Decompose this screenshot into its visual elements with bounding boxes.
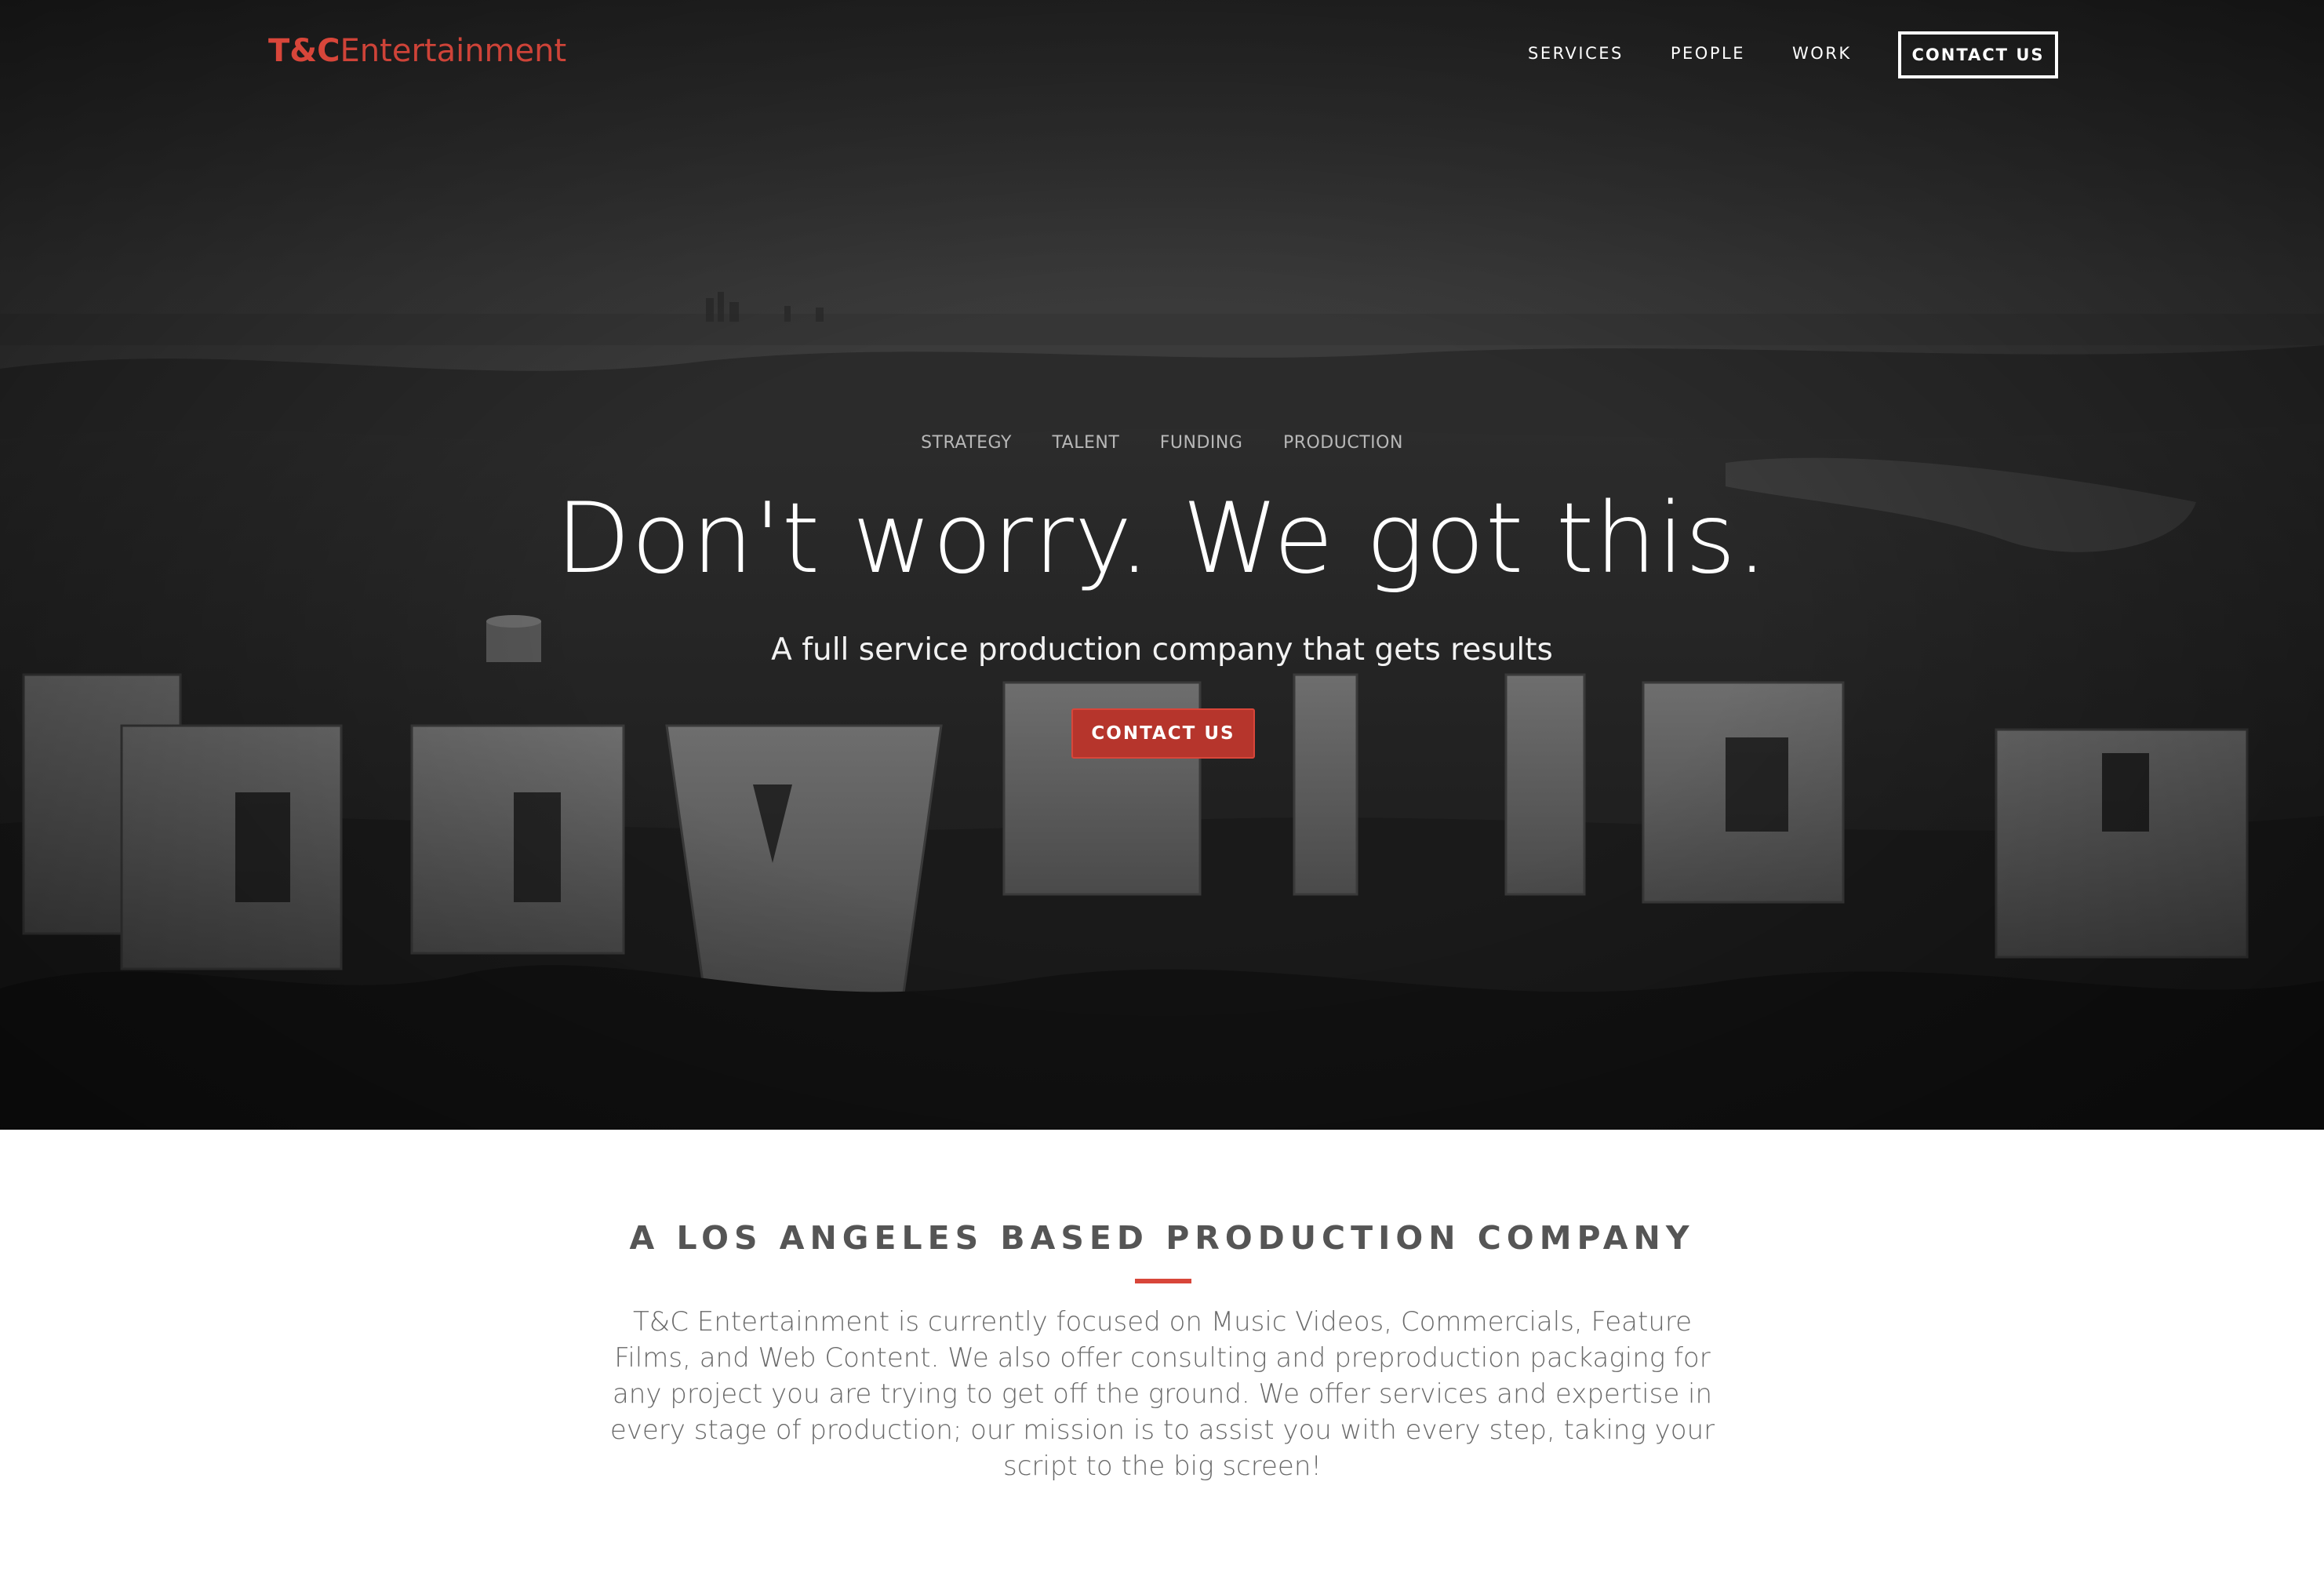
service-strategy: STRATEGY: [921, 433, 1012, 453]
nav-link-people[interactable]: PEOPLE: [1671, 44, 1745, 63]
service-funding: FUNDING: [1159, 433, 1243, 453]
service-production: PRODUCTION: [1282, 433, 1403, 453]
logo-mark: T&C: [268, 33, 340, 69]
nav-link-services[interactable]: SERVICES: [1528, 44, 1624, 63]
logo-wordmark: Entertainment: [340, 33, 567, 69]
nav-contact-button[interactable]: CONTACT US: [1898, 31, 2058, 78]
about-section: A LOS ANGELES BASED PRODUCTION COMPANY T…: [0, 1130, 2324, 1569]
hero-subheadline: A full service production company that g…: [771, 632, 1553, 668]
about-title: A LOS ANGELES BASED PRODUCTION COMPANY: [629, 1219, 1695, 1257]
service-talent: TALENT: [1052, 433, 1120, 453]
hero-headline: Don't worry. We got this.: [555, 482, 1769, 595]
about-divider: [1135, 1279, 1191, 1283]
nav-links: SERVICES PEOPLE WORK: [1528, 44, 1899, 63]
hero-section: T&CEntertainment SERVICES PEOPLE WORK CO…: [0, 0, 2324, 1130]
about-description: T&C Entertainment is currently focused o…: [609, 1306, 1715, 1482]
top-navigation: T&CEntertainment SERVICES PEOPLE WORK CO…: [0, 0, 2324, 110]
nav-link-work[interactable]: WORK: [1792, 44, 1852, 63]
hero-services-list: STRATEGY TALENT FUNDING PRODUCTION: [0, 433, 2324, 453]
hero-contact-button[interactable]: CONTACT US: [1071, 708, 1255, 759]
site-logo[interactable]: T&CEntertainment: [268, 33, 566, 69]
